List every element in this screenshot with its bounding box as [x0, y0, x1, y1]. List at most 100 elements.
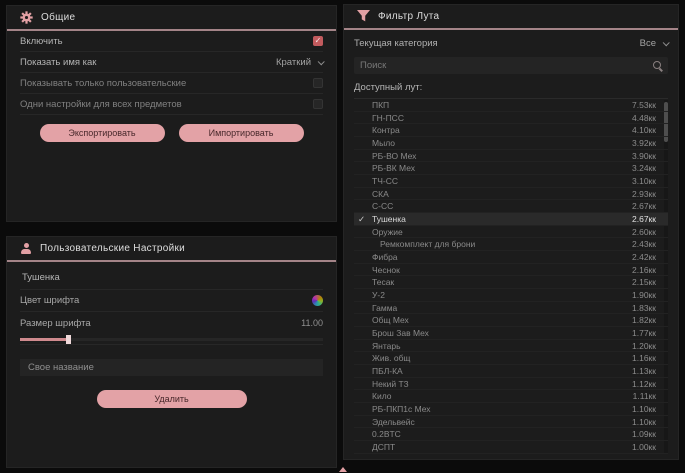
loot-item-row[interactable]: Оружие2.60кк [354, 226, 668, 239]
font-size-slider[interactable] [20, 335, 323, 345]
loot-item-row[interactable]: ✓Тушенка2.67кк [354, 213, 668, 226]
name-mode-dropdown[interactable]: Краткий [276, 57, 323, 68]
loot-item-name: РБ-ВО Мех [372, 151, 416, 161]
loot-item-row[interactable]: Тесак 2.15кк [354, 276, 668, 289]
loot-item-value: 1.10кк [632, 404, 656, 414]
loot-item-name: Тесак [372, 277, 394, 287]
loot-item-value: 3.10кк [632, 176, 656, 186]
loot-item-value: 4.10кк [632, 125, 656, 135]
custom-name-input[interactable] [20, 359, 323, 376]
gear-icon [20, 11, 33, 24]
loot-item-name: РБ-ВК Мех [372, 163, 415, 173]
general-setting-row: Одни настройки для всех предметов [20, 94, 323, 115]
checkbox-unchecked[interactable] [313, 78, 323, 88]
checkbox-checked[interactable]: ✓ [313, 36, 323, 46]
color-wheel-icon[interactable] [312, 295, 323, 306]
loot-item-value: 2.60кк [632, 227, 656, 237]
loot-item-row[interactable]: ПКП7.53кк [354, 99, 668, 112]
loot-item-name: Жив. общ [372, 353, 410, 363]
custom-settings-panel: Пользовательские Настройки Тушенка Цвет … [6, 236, 337, 468]
loot-item-row[interactable]: Контра 4.10кк [354, 124, 668, 137]
delete-button[interactable]: Удалить [97, 390, 247, 408]
general-setting-row: Показать имя какКраткий [20, 52, 323, 73]
loot-item-value: 3.90кк [632, 151, 656, 161]
loot-item-name: Ремкомплект для брони [380, 239, 475, 249]
loot-item-name: Гамма [372, 303, 397, 313]
loot-item-row[interactable]: РБ-ПКП1с Мех1.10кк [354, 403, 668, 416]
loot-item-value: 4.48кк [632, 113, 656, 123]
loot-item-row[interactable]: ГН-ПСС 4.48кк [354, 112, 668, 125]
general-settings-rows: Включить ✓ Показать имя какКраткий Показыва… [7, 31, 336, 115]
loot-item-value: 1.20кк [632, 341, 656, 351]
loot-filter-panel: Фильтр Лута Текущая категория Все Поиск … [343, 4, 679, 460]
selected-item-name: Тушенка [20, 262, 323, 290]
loot-item-row[interactable]: Чеснок2.16кк [354, 264, 668, 277]
loot-item-name: ГН-ПСС [372, 113, 404, 123]
export-button[interactable]: Экспортировать [40, 124, 165, 142]
loot-item-row[interactable]: Ремкомплект для брони2.43кк [354, 238, 668, 251]
loot-item-row[interactable]: С-СС 2.67кк [354, 200, 668, 213]
loot-item-row[interactable]: 0.2BTC1.09кк [354, 428, 668, 441]
loot-item-row[interactable]: У-21.90кк [354, 289, 668, 302]
custom-panel-title: Пользовательские Настройки [40, 243, 185, 254]
loot-item-name: ДСПТ [372, 442, 395, 452]
loot-item-row[interactable]: ДСПТ1.00кк [354, 441, 668, 454]
setting-label: Включить [20, 36, 63, 47]
loot-item-value: 1.82кк [632, 315, 656, 325]
loot-item-value: 1.10кк [632, 417, 656, 427]
search-input[interactable]: Поиск [354, 57, 668, 74]
loot-item-row[interactable]: Некий ТЗ1.12кк [354, 378, 668, 391]
loot-item-row[interactable]: Янтарь1.20кк [354, 340, 668, 353]
category-dropdown[interactable]: Все [640, 38, 668, 49]
loot-item-name: Контра [372, 125, 400, 135]
loot-panel-title: Фильтр Лута [378, 11, 439, 22]
loot-item-value: 2.16кк [632, 265, 656, 275]
loot-item-row[interactable]: СКА2.93кк [354, 188, 668, 201]
loot-item-name: Некий ТЗ [372, 379, 409, 389]
loot-item-row[interactable]: Гамма 1.83кк [354, 302, 668, 315]
loot-item-row[interactable]: Общ Мех 1.82кк [354, 314, 668, 327]
loot-item-row[interactable]: ПБЛ-КА1.13кк [354, 365, 668, 378]
loot-item-row[interactable]: Жив. общ 1.16кк [354, 352, 668, 365]
general-panel-header: Общие [7, 6, 336, 31]
setting-label: Показывать только пользовательские [20, 78, 186, 89]
chevron-down-icon [663, 39, 670, 46]
magnifier-icon[interactable] [653, 61, 662, 70]
font-color-label: Цвет шрифта [20, 295, 79, 306]
loot-item-name: Тушенка [372, 214, 406, 224]
mod-settings-window: Общие Включить ✓ Показать имя какКраткий По… [0, 0, 685, 473]
loot-item-name: Брош Зав Мех [372, 328, 429, 338]
triangle-up-icon[interactable] [339, 467, 347, 472]
category-label: Текущая категория [354, 38, 438, 49]
font-size-value: 11.00 [301, 318, 323, 328]
loot-item-name: ТЧ-СС [372, 176, 398, 186]
loot-item-row[interactable]: Мыло3.92кк [354, 137, 668, 150]
loot-list: ПКП7.53ккГН-ПСС 4.48кк Контра 4.10кк Мыло3.9… [354, 98, 668, 454]
loot-item-row[interactable]: Брош Зав Мех1.77кк [354, 327, 668, 340]
loot-item-value: 2.15кк [632, 277, 656, 287]
custom-panel-header: Пользовательские Настройки [7, 237, 336, 262]
import-button[interactable]: Импортировать [179, 124, 304, 142]
loot-item-value: 2.67кк [632, 201, 656, 211]
loot-item-row[interactable]: Кило1.11кк [354, 390, 668, 403]
dropdown-value: Краткий [276, 57, 311, 68]
loot-item-row[interactable]: ТЧ-СС 3.10кк [354, 175, 668, 188]
loot-item-name: 0.2BTC [372, 429, 401, 439]
loot-item-row[interactable]: РБ-ВО Мех 3.90кк [354, 150, 668, 163]
loot-item-name: ПКП [372, 100, 389, 110]
loot-item-row[interactable]: Эдельвейс1.10кк [354, 416, 668, 429]
loot-item-value: 1.83кк [632, 303, 656, 313]
slider-thumb[interactable] [66, 335, 71, 344]
user-icon [20, 243, 32, 255]
search-placeholder: Поиск [360, 60, 386, 71]
loot-item-row[interactable]: РБ-ВК Мех3.24кк [354, 162, 668, 175]
loot-item-name: Общ Мех [372, 315, 409, 325]
loot-item-name: Кило [372, 391, 391, 401]
loot-item-name: Фибра [372, 252, 398, 262]
loot-item-value: 1.16кк [632, 353, 656, 363]
loot-item-name: С-СС [372, 201, 393, 211]
loot-item-value: 2.67кк [632, 214, 656, 224]
checkbox-unchecked[interactable] [313, 99, 323, 109]
loot-item-row[interactable]: Фибра2.42кк [354, 251, 668, 264]
import-export-row: Экспортировать Импортировать [7, 124, 336, 142]
